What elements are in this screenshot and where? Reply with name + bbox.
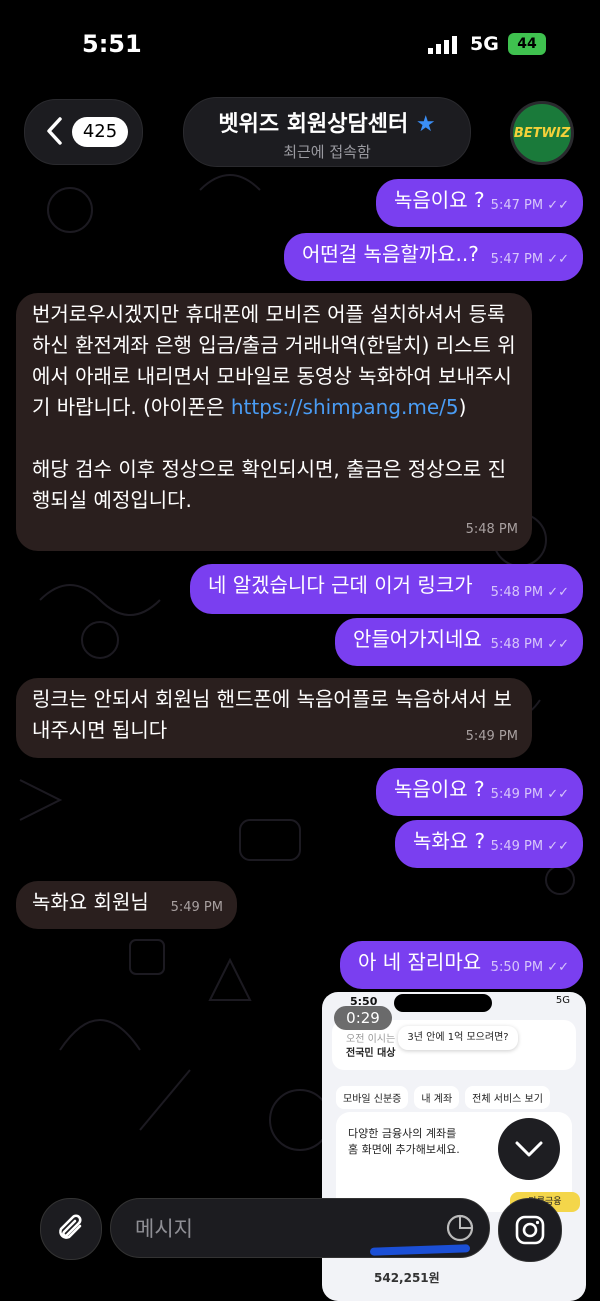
read-check-icon: ✓✓ bbox=[547, 252, 569, 267]
message-text: 안들어가지네요 bbox=[353, 627, 482, 651]
message-time: 5:48 PM bbox=[490, 637, 544, 652]
message-text: 녹화요 ? bbox=[413, 829, 486, 853]
signal-icon bbox=[428, 36, 457, 54]
message-bubble-outgoing[interactable]: 녹음이요 ? 5:47 PM ✓✓ bbox=[376, 179, 583, 227]
chat-name: 벳위즈 회원상담센터 bbox=[218, 112, 409, 137]
chat-title[interactable]: 벳위즈 회원상담센터 ★ 최근에 접속함 bbox=[183, 97, 471, 167]
message-text: 아 네 잠리마요 bbox=[358, 950, 482, 974]
message-time: 5:49 PM bbox=[490, 839, 544, 854]
message-bubble-outgoing[interactable]: 네 알겠습니다 근데 이거 링크가 5:48 PM ✓✓ bbox=[190, 564, 583, 614]
read-check-icon: ✓✓ bbox=[547, 839, 569, 854]
message-time: 5:48 PM bbox=[465, 522, 518, 537]
video-banner-popup: 3년 안에 1억 모으려면? bbox=[398, 1026, 518, 1050]
message-bubble-outgoing[interactable]: 녹화요 ? 5:49 PM ✓✓ bbox=[395, 820, 583, 868]
read-check-icon: ✓✓ bbox=[547, 198, 569, 213]
read-check-icon: ✓✓ bbox=[547, 787, 569, 802]
video-card-text: 다양한 금융사의 계좌를 홈 화면에 추가해보세요. bbox=[348, 1127, 460, 1156]
message-bubble-outgoing[interactable]: 어떤걸 녹음할까요..? 5:47 PM ✓✓ bbox=[284, 233, 583, 281]
message-bubble-incoming[interactable]: 녹화요 회원님 5:49 PM bbox=[16, 881, 237, 929]
video-tab: 내 계좌 bbox=[414, 1086, 460, 1109]
status-bar: 5:51 5G 44 bbox=[0, 0, 600, 90]
read-check-icon: ✓✓ bbox=[547, 637, 569, 652]
avatar-logo: BETWIZ bbox=[513, 125, 571, 141]
message-bubble-incoming[interactable]: 링크는 안되서 회원님 핸드폰에 녹음어플로 녹음하셔서 보내주시면 됩니다 5… bbox=[16, 678, 532, 758]
message-text: 해당 검수 이후 정상으로 확인되시면, 출금은 정상으로 진행되실 예정입니다… bbox=[32, 457, 507, 512]
message-text: 녹음이요 ? bbox=[394, 188, 485, 212]
video-amount: 542,251원 bbox=[374, 1271, 440, 1285]
network-type: 5G bbox=[470, 33, 499, 55]
back-button[interactable]: 425 bbox=[24, 99, 143, 165]
video-duration-text: 0:29 bbox=[346, 1009, 380, 1027]
video-message-button[interactable] bbox=[498, 1198, 562, 1262]
message-text: 어떤걸 녹음할까요..? bbox=[302, 242, 479, 266]
message-time: 5:48 PM bbox=[490, 585, 544, 600]
message-time: 5:50 PM bbox=[490, 960, 544, 975]
message-text: 녹음이요 ? bbox=[394, 777, 485, 801]
message-time: 5:49 PM bbox=[170, 900, 223, 915]
message-input[interactable] bbox=[133, 1211, 437, 1247]
last-seen-status: 최근에 접속함 bbox=[283, 143, 371, 161]
message-time: 5:49 PM bbox=[490, 787, 544, 802]
message-bubble-outgoing[interactable]: 녹음이요 ? 5:49 PM ✓✓ bbox=[376, 768, 583, 816]
chevron-left-icon bbox=[47, 117, 62, 145]
sticker-icon[interactable] bbox=[445, 1213, 475, 1243]
video-tabs: 모바일 신분증 내 계좌 전체 서비스 보기 bbox=[336, 1086, 556, 1109]
message-bubble-outgoing[interactable]: 안들어가지네요 5:48 PM ✓✓ bbox=[335, 618, 583, 666]
message-link[interactable]: https://shimpang.me/5 bbox=[231, 395, 459, 419]
video-status-network: 5G bbox=[555, 995, 570, 1006]
scroll-down-button[interactable] bbox=[498, 1118, 560, 1180]
avatar[interactable]: BETWIZ bbox=[510, 101, 574, 165]
video-tab: 전체 서비스 보기 bbox=[465, 1086, 550, 1109]
chevron-down-icon bbox=[515, 1141, 543, 1157]
attach-button[interactable] bbox=[40, 1198, 102, 1260]
message-text: ) bbox=[458, 395, 467, 419]
message-time: 5:47 PM bbox=[490, 198, 544, 213]
unread-count-badge: 425 bbox=[72, 117, 128, 147]
video-notch bbox=[394, 994, 492, 1012]
battery-icon: 44 bbox=[508, 33, 546, 55]
read-check-icon: ✓✓ bbox=[547, 960, 569, 975]
message-bubble-incoming[interactable]: 번거로우시겠지만 휴대폰에 모비즌 어플 설치하셔서 등록하신 환전계좌 은행 … bbox=[16, 293, 532, 551]
video-banner-line2: 전국민 대상 bbox=[346, 1048, 396, 1059]
star-icon: ★ bbox=[415, 112, 436, 137]
status-time: 5:51 bbox=[82, 30, 142, 58]
paperclip-icon bbox=[59, 1214, 82, 1239]
message-bubble-outgoing[interactable]: 아 네 잠리마요 5:50 PM ✓✓ bbox=[340, 941, 583, 989]
video-tab: 모바일 신분증 bbox=[336, 1086, 409, 1109]
read-check-icon: ✓✓ bbox=[547, 585, 569, 600]
video-banner-line1: 오전 이시는 bbox=[346, 1034, 396, 1045]
message-text: 녹화요 회원님 bbox=[32, 890, 149, 914]
message-text: 링크는 안되서 회원님 핸드폰에 녹음어플로 녹음하셔서 보내주시면 됩니다 bbox=[32, 687, 512, 742]
video-duration: 0:29 bbox=[334, 1006, 392, 1030]
message-text: 네 알겠습니다 근데 이거 링크가 bbox=[208, 573, 473, 597]
message-time: 5:47 PM bbox=[490, 252, 544, 267]
camera-icon bbox=[515, 1215, 545, 1245]
message-time: 5:49 PM bbox=[465, 729, 518, 744]
